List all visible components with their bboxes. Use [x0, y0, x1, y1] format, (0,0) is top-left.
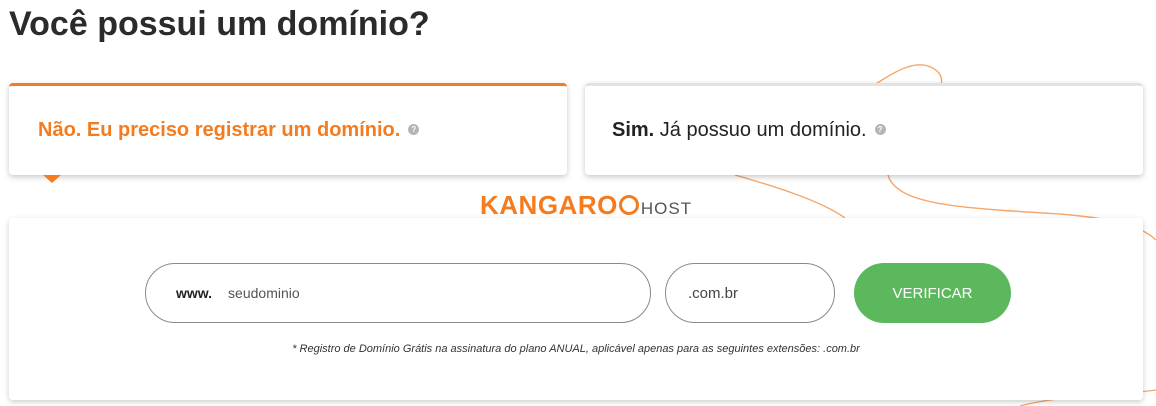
- domain-search-panel: www. .com.br VERIFICAR * Registro de Dom…: [9, 218, 1143, 400]
- active-tab-arrow: [43, 175, 61, 183]
- tab-existing-domain[interactable]: Sim. Já possuo um domínio. ?: [585, 83, 1143, 175]
- logo-kangaroo-icon: [618, 195, 639, 215]
- tab-existing-domain-text: Já possuo um domínio.: [654, 119, 867, 141]
- kangaroo-host-logo: KANGARO HOST: [480, 190, 692, 221]
- free-domain-note: * Registro de Domínio Grátis na assinatu…: [292, 343, 860, 355]
- tab-existing-domain-label: Sim. Já possuo um domínio.: [612, 119, 867, 142]
- tab-register-domain-label: Não. Eu preciso registrar um domínio.: [38, 119, 401, 141]
- logo-sub-text: HOST: [640, 199, 693, 218]
- question-circle-icon[interactable]: ?: [874, 124, 886, 135]
- question-circle-icon[interactable]: ?: [408, 124, 420, 135]
- tab-register-domain[interactable]: Não. Eu preciso registrar um domínio. ?: [9, 83, 567, 175]
- domain-name-input[interactable]: [226, 284, 611, 302]
- extension-select[interactable]: .com.br: [665, 263, 835, 323]
- logo-main-text: KANGARO: [480, 190, 618, 220]
- www-prefix: www.: [176, 285, 213, 301]
- verify-button[interactable]: VERIFICAR: [854, 263, 1011, 323]
- tab-existing-domain-strong: Sim.: [612, 119, 655, 141]
- domain-field: www.: [145, 263, 651, 323]
- page-title: Você possui um domínio?: [9, 5, 430, 43]
